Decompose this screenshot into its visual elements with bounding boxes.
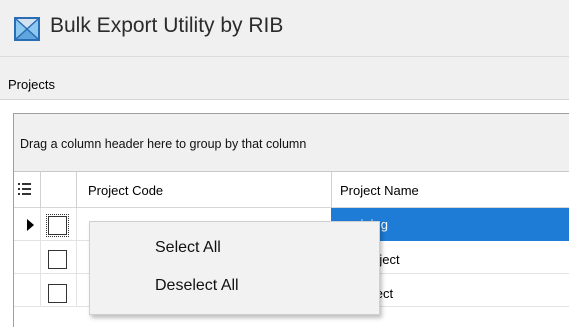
header-separator bbox=[40, 171, 41, 208]
menu-item-label: Deselect All bbox=[155, 277, 239, 294]
context-menu-select-all[interactable]: Select All bbox=[90, 230, 379, 268]
column-header-project-name[interactable]: Project Name bbox=[340, 183, 419, 198]
header-separator bbox=[76, 171, 77, 208]
column-chooser-icon[interactable] bbox=[18, 182, 32, 196]
bulk-export-app-icon bbox=[14, 17, 40, 41]
row-checkbox[interactable] bbox=[48, 284, 67, 303]
context-menu: Select All Deselect All bbox=[89, 221, 380, 315]
menu-item-projects[interactable]: Projects bbox=[8, 77, 55, 92]
column-separator bbox=[40, 208, 41, 307]
window-title: Bulk Export Utility by RIB bbox=[50, 14, 284, 37]
menu-item-label: Select All bbox=[155, 239, 221, 256]
row-checkbox[interactable] bbox=[48, 250, 67, 269]
row-checkbox[interactable] bbox=[46, 214, 69, 237]
header-separator bbox=[331, 171, 332, 208]
context-menu-deselect-all[interactable]: Deselect All bbox=[90, 268, 379, 306]
column-separator bbox=[76, 208, 77, 307]
column-header-project-code[interactable]: Project Code bbox=[88, 183, 163, 198]
menu-separator bbox=[0, 99, 569, 113]
current-row-indicator-icon bbox=[27, 219, 34, 231]
group-by-hint: Drag a column header here to group by th… bbox=[20, 137, 307, 151]
menu-bar bbox=[0, 57, 569, 99]
